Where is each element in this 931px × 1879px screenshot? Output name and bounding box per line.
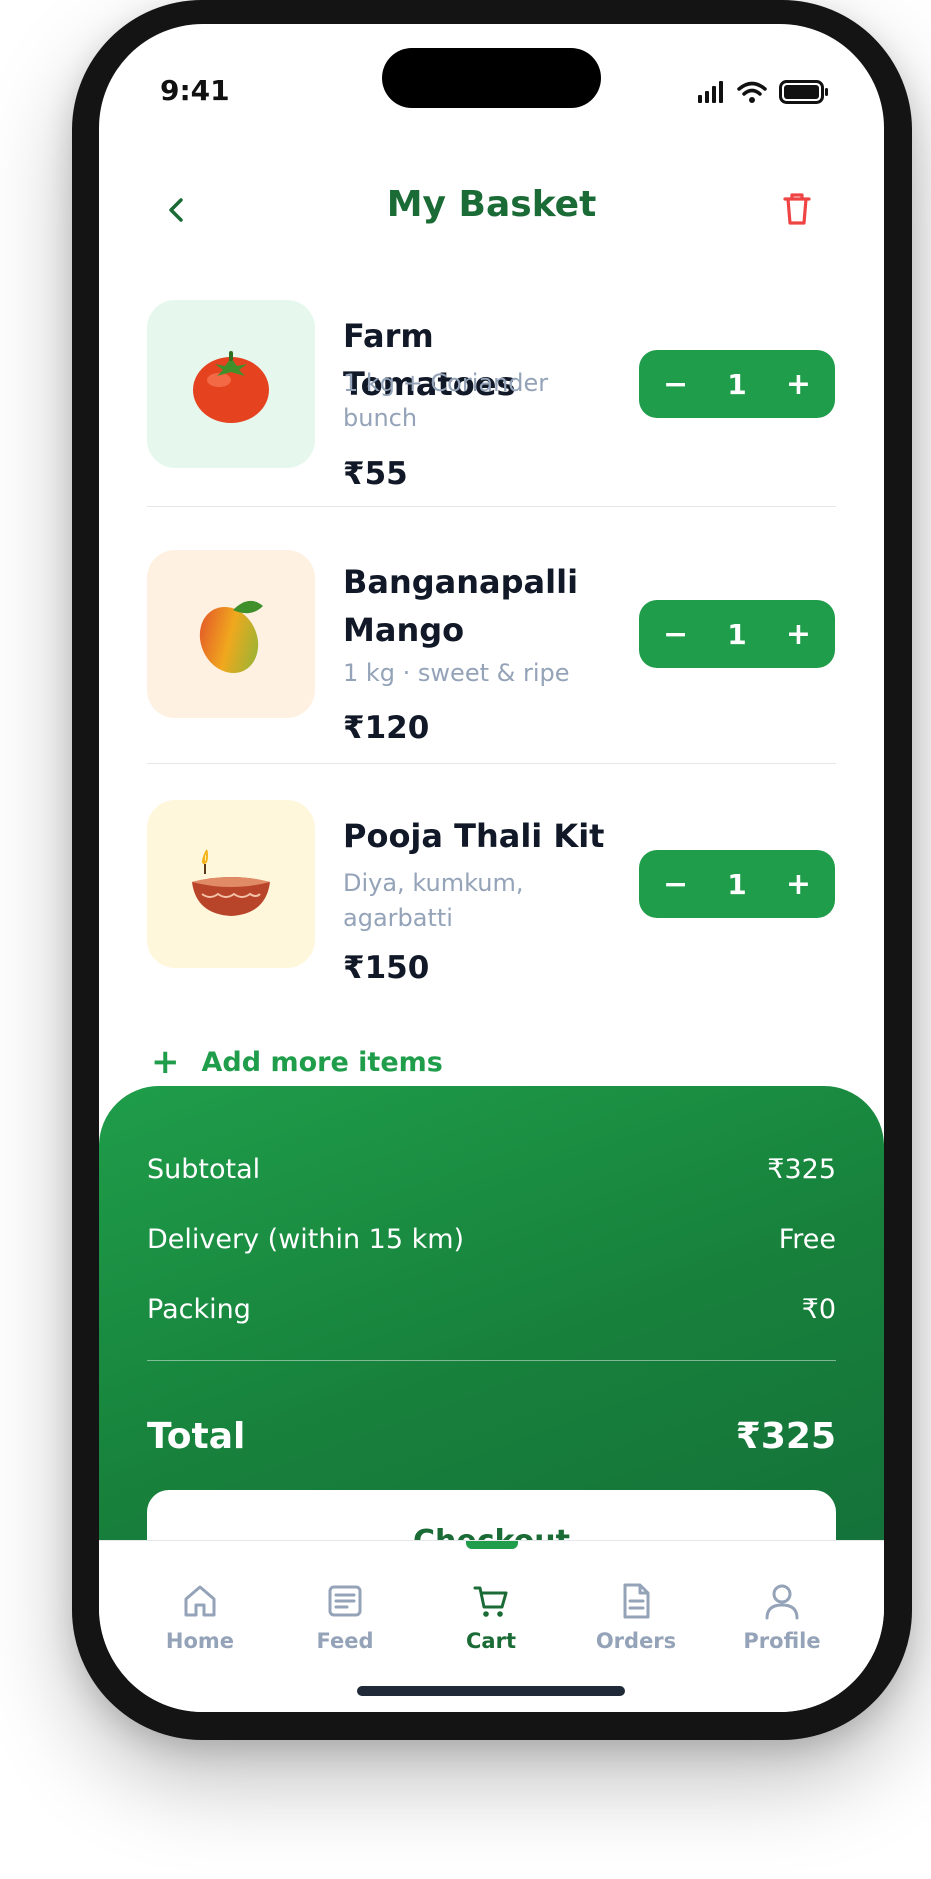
- add-more-label: Add more items: [201, 1046, 443, 1078]
- dynamic-island: [382, 48, 601, 108]
- summary-divider: [147, 1360, 836, 1361]
- divider: [147, 506, 836, 507]
- increase-button[interactable]: +: [786, 617, 811, 652]
- orders-icon: [623, 1583, 650, 1619]
- divider: [147, 763, 836, 764]
- mango-icon: [199, 600, 263, 674]
- header: My Basket: [99, 174, 884, 244]
- tab-profile[interactable]: Profile: [717, 1581, 847, 1653]
- home-indicator: [357, 1686, 625, 1696]
- basket-item-mango: Banganapalli Mango 1 kg · sweet & ripe ₹…: [147, 550, 836, 790]
- plus-icon: +: [151, 1042, 180, 1082]
- active-tab-indicator: [466, 1541, 518, 1549]
- tab-cart[interactable]: Cart: [426, 1581, 556, 1653]
- cart-icon: [473, 1586, 508, 1617]
- total-row: Total ₹325: [147, 1416, 836, 1457]
- tab-label: Home: [165, 1629, 235, 1653]
- add-more-items-button[interactable]: + Add more items: [151, 1042, 443, 1082]
- basket-item-pooja-kit: Pooja Thali Kit Diya, kumkum, agarbatti …: [147, 800, 836, 1040]
- subtotal-value: ₹325: [767, 1154, 836, 1185]
- packing-label: Packing: [147, 1294, 251, 1325]
- item-name: Banganapalli Mango: [343, 563, 579, 649]
- delivery-value: Free: [778, 1224, 836, 1255]
- tab-feed[interactable]: Feed: [280, 1581, 410, 1653]
- clear-basket-button[interactable]: [777, 188, 817, 228]
- quantity-value: 1: [727, 867, 747, 901]
- basket-item-tomatoes: Farm Tomatoes 1 kg + Coriander bunch ₹55…: [147, 300, 836, 540]
- trash-icon: [783, 193, 811, 225]
- decrease-button[interactable]: −: [663, 367, 688, 402]
- item-thumbnail: [147, 800, 315, 968]
- tab-label: Feed: [316, 1629, 374, 1653]
- tab-label: Profile: [743, 1629, 821, 1653]
- item-price: ₹150: [343, 950, 430, 986]
- home-icon: [184, 1585, 216, 1617]
- item-description: 1 kg · sweet & ripe: [343, 659, 570, 687]
- battery-icon: [779, 80, 828, 104]
- decrease-button[interactable]: −: [663, 617, 688, 652]
- delivery-row: Delivery (within 15 km) Free: [147, 1224, 836, 1255]
- tab-label: Orders: [595, 1629, 677, 1653]
- delivery-label: Delivery (within 15 km): [147, 1224, 465, 1255]
- feed-icon: [328, 1585, 362, 1617]
- item-price: ₹55: [343, 456, 408, 492]
- quantity-stepper: − 1 +: [639, 350, 835, 418]
- packing-value: ₹0: [801, 1294, 836, 1325]
- status-time: 9:41: [160, 74, 230, 107]
- item-description: Diya, kumkum, agarbatti: [343, 869, 524, 932]
- status-icons: [697, 80, 829, 104]
- quantity-value: 1: [727, 617, 747, 651]
- wifi-icon: [737, 81, 767, 103]
- subtotal-row: Subtotal ₹325: [147, 1154, 836, 1185]
- item-name: Pooja Thali Kit: [343, 817, 605, 855]
- tab-home[interactable]: Home: [135, 1581, 265, 1653]
- tab-label: Cart: [466, 1629, 516, 1653]
- item-description: 1 kg + Coriander bunch: [343, 369, 549, 432]
- total-value: ₹325: [735, 1416, 836, 1457]
- quantity-stepper: − 1 +: [639, 850, 835, 918]
- diya-icon: [192, 849, 270, 916]
- item-thumbnail: [147, 300, 315, 468]
- signal-icon: [698, 81, 723, 103]
- subtotal-label: Subtotal: [147, 1154, 261, 1185]
- decrease-button[interactable]: −: [663, 867, 688, 902]
- page-title: My Basket: [386, 184, 597, 225]
- quantity-stepper: − 1 +: [639, 600, 835, 668]
- profile-icon: [765, 1584, 799, 1620]
- increase-button[interactable]: +: [786, 367, 811, 402]
- quantity-value: 1: [727, 367, 747, 401]
- item-price: ₹120: [343, 710, 430, 746]
- packing-row: Packing ₹0: [147, 1294, 836, 1325]
- tab-orders[interactable]: Orders: [571, 1581, 701, 1653]
- tomato-icon: [193, 351, 269, 423]
- app-screen: 9:41 My Basket Farm Tomatoes 1 kg + Cori…: [99, 24, 884, 1712]
- item-thumbnail: [147, 550, 315, 718]
- total-label: Total: [147, 1416, 246, 1457]
- increase-button[interactable]: +: [786, 867, 811, 902]
